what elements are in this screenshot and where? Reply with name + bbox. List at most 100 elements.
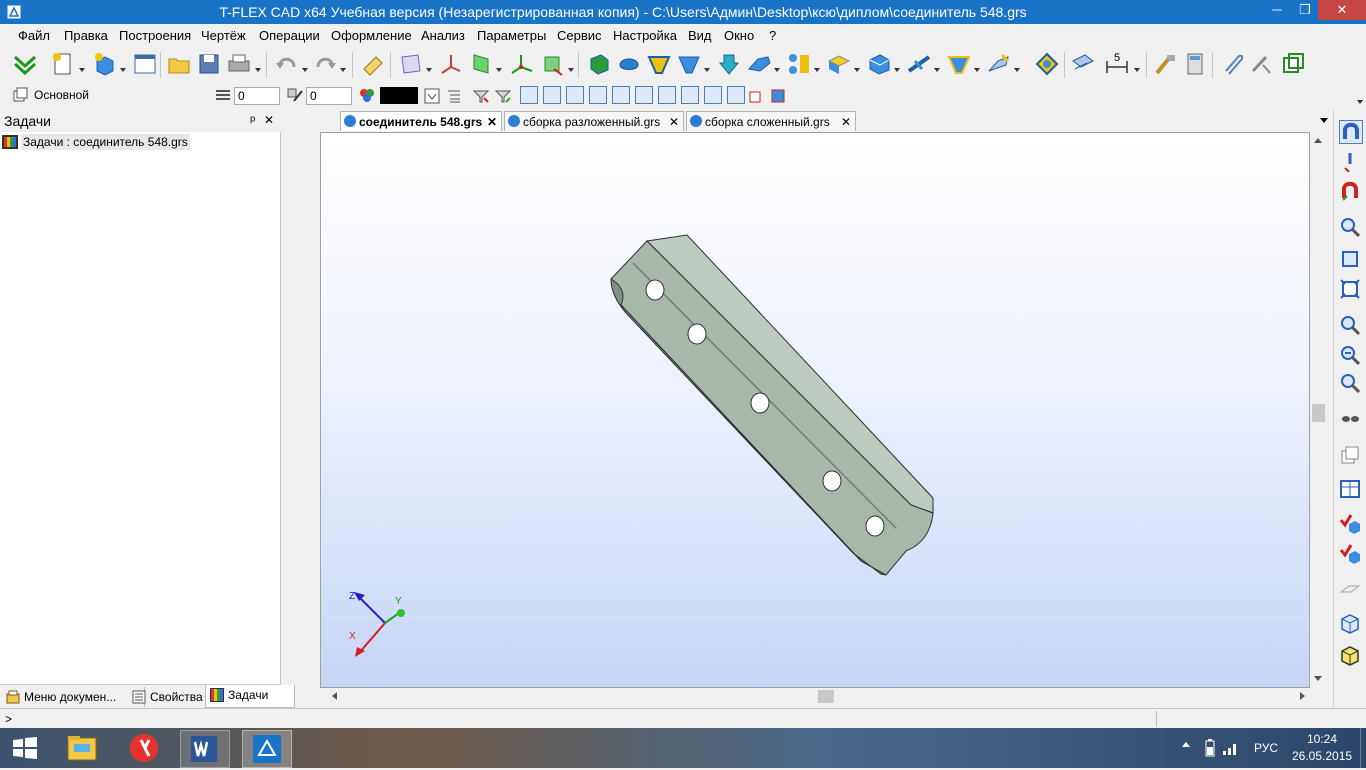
- undo-icon[interactable]: [274, 51, 300, 77]
- menu-file[interactable]: Файл: [18, 28, 50, 43]
- new-file-dropdown-icon[interactable]: [79, 68, 85, 72]
- shell-icon[interactable]: [946, 51, 972, 77]
- color-swatch[interactable]: [380, 87, 418, 104]
- doc-tab-connector[interactable]: соединитель 548.grs ✕: [340, 111, 502, 131]
- 3d-view-icon[interactable]: [1070, 51, 1096, 77]
- scroll-up-icon[interactable]: [1314, 138, 1322, 143]
- taskbar-yandex-browser[interactable]: [120, 730, 168, 766]
- tab-document-menu[interactable]: Меню докумен...: [2, 687, 145, 707]
- snap-vertex-icon[interactable]: [612, 86, 630, 104]
- menu-formatting[interactable]: Оформление: [331, 28, 412, 43]
- body-icon[interactable]: [1034, 51, 1060, 77]
- table-view-icon[interactable]: [1339, 478, 1361, 500]
- horizontal-scroll-thumb[interactable]: [818, 690, 834, 703]
- command-prompt[interactable]: >: [5, 712, 12, 726]
- tray-expand-icon[interactable]: [1182, 742, 1190, 747]
- new-3d-model-icon[interactable]: [92, 51, 118, 77]
- doc-tab-close-icon[interactable]: ✕: [841, 112, 851, 132]
- workplane-icon[interactable]: [398, 51, 424, 77]
- tab-tasks[interactable]: Задачи: [205, 685, 295, 708]
- copy-view-icon[interactable]: [1339, 444, 1361, 466]
- print-dropdown-icon[interactable]: [255, 68, 261, 72]
- rename-icon[interactable]: [1248, 51, 1274, 77]
- horizontal-scrollbar[interactable]: [320, 688, 1310, 705]
- zoom-window-icon[interactable]: [1339, 216, 1361, 238]
- line-style-icon[interactable]: [424, 88, 440, 104]
- spiral-icon[interactable]: [716, 51, 742, 77]
- cube-iso-icon[interactable]: [1339, 644, 1361, 666]
- language-indicator[interactable]: РУС: [1254, 741, 1278, 755]
- pan-icon[interactable]: [1339, 408, 1361, 430]
- layer-props-icon[interactable]: [446, 88, 462, 104]
- snap-pin-icon[interactable]: [1339, 150, 1361, 172]
- menu-view[interactable]: Вид: [688, 28, 712, 43]
- select-3d-icon[interactable]: [748, 88, 764, 104]
- level-field[interactable]: 0: [234, 87, 280, 105]
- zoom-all-icon[interactable]: [1339, 248, 1361, 270]
- doc-tab-close-icon[interactable]: ✕: [487, 112, 497, 132]
- snap-center-icon[interactable]: [658, 86, 676, 104]
- menu-construct[interactable]: Построения: [119, 28, 191, 43]
- print-icon[interactable]: [226, 51, 252, 77]
- menu-analysis[interactable]: Анализ: [421, 28, 465, 43]
- workplane-dropdown-icon[interactable]: [426, 68, 432, 72]
- window-layout-icon[interactable]: [1280, 51, 1306, 77]
- select-2d-icon[interactable]: [770, 88, 786, 104]
- loft-icon[interactable]: [646, 51, 672, 77]
- plane-view-icon[interactable]: [1339, 578, 1361, 600]
- new-model-dropdown-icon[interactable]: [120, 68, 126, 72]
- doc-tab-close-icon[interactable]: ✕: [669, 112, 679, 132]
- confirm-icon[interactable]: [12, 51, 38, 77]
- pipe-icon[interactable]: [676, 51, 702, 77]
- vertical-scrollbar[interactable]: [1310, 132, 1327, 688]
- save-icon[interactable]: [196, 51, 222, 77]
- doc-tab-assembly-exploded[interactable]: сборка разложенный.grs ✕: [504, 111, 684, 131]
- extrusion-icon[interactable]: [586, 51, 612, 77]
- priority-field[interactable]: 0: [306, 87, 352, 105]
- snap-tangent-icon[interactable]: [704, 86, 722, 104]
- 3d-viewport[interactable]: Z Y X: [320, 132, 1310, 688]
- taskbar-tflex[interactable]: [242, 730, 292, 768]
- cube-view-icon[interactable]: [1339, 612, 1361, 634]
- scroll-left-icon[interactable]: [332, 692, 337, 700]
- taskbar-explorer[interactable]: [58, 730, 106, 766]
- sheet-metal-dropdown-icon[interactable]: [1014, 68, 1020, 72]
- menu-parameters[interactable]: Параметры: [477, 28, 546, 43]
- rotation-icon[interactable]: [616, 51, 642, 77]
- 3d-profile-icon[interactable]: [468, 51, 494, 77]
- taskbar-word[interactable]: [180, 730, 230, 768]
- pin-icon[interactable]: ᵖ: [250, 112, 255, 128]
- undo-dropdown-icon[interactable]: [302, 68, 308, 72]
- new-file-icon[interactable]: [50, 51, 76, 77]
- zoom-in-icon[interactable]: [1339, 314, 1361, 336]
- snap-intersection-icon[interactable]: [727, 86, 745, 104]
- windows-start-icon[interactable]: [12, 736, 38, 760]
- eraser-icon[interactable]: [360, 51, 386, 77]
- slice-dropdown-icon[interactable]: [934, 68, 940, 72]
- lcs-icon[interactable]: [508, 51, 534, 77]
- 3d-path-icon[interactable]: [540, 51, 566, 77]
- profile-dropdown-icon[interactable]: [496, 68, 502, 72]
- boolean-dropdown-icon[interactable]: [854, 68, 860, 72]
- layer-icon[interactable]: [12, 87, 28, 103]
- fillet-icon[interactable]: [866, 51, 892, 77]
- sweep-icon[interactable]: [746, 51, 772, 77]
- restore-button[interactable]: ❐: [1292, 0, 1318, 20]
- toolbar2-overflow-icon[interactable]: [1357, 100, 1363, 104]
- network-icon[interactable]: [1222, 740, 1240, 756]
- scroll-down-icon[interactable]: [1314, 676, 1322, 681]
- dimension-dropdown-icon[interactable]: [1134, 68, 1140, 72]
- menu-help[interactable]: ?: [769, 28, 776, 43]
- pipe-dropdown-icon[interactable]: [704, 68, 710, 72]
- boolean-icon[interactable]: [826, 51, 852, 77]
- snap-magnet-icon[interactable]: [1339, 120, 1363, 144]
- snap-line-icon[interactable]: [543, 86, 561, 104]
- redo-dropdown-icon[interactable]: [340, 68, 346, 72]
- check-model-icon[interactable]: [1339, 512, 1361, 534]
- menu-edit[interactable]: Правка: [64, 28, 108, 43]
- show-desktop-button[interactable]: [1360, 728, 1366, 768]
- vertical-scroll-thumb[interactable]: [1312, 404, 1325, 422]
- snap-circle-icon[interactable]: [635, 86, 653, 104]
- snap-arc-icon[interactable]: [681, 86, 699, 104]
- snap-magnet2-icon[interactable]: [1339, 180, 1361, 202]
